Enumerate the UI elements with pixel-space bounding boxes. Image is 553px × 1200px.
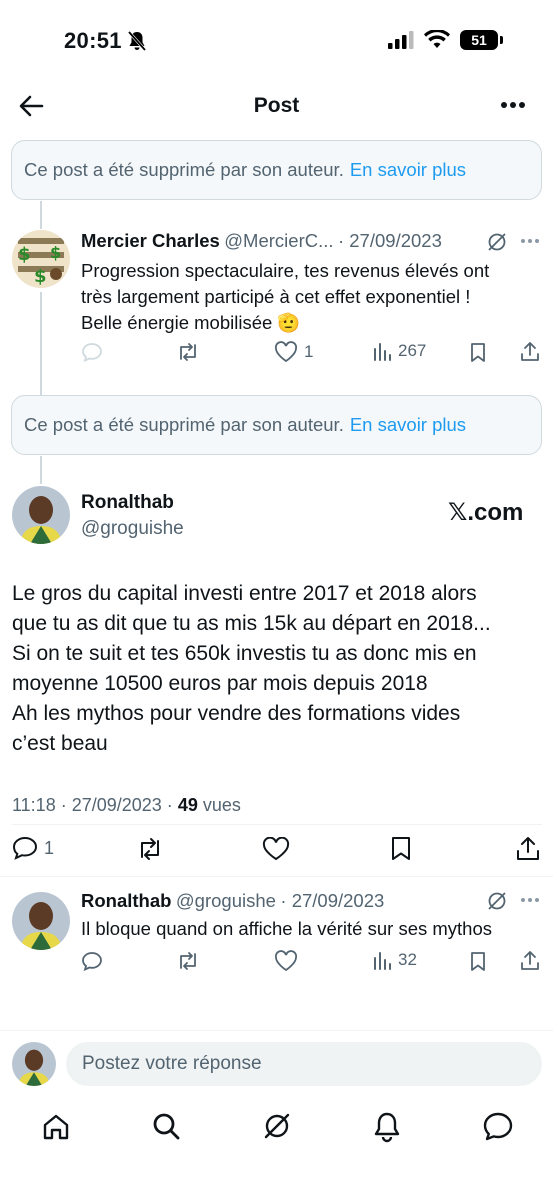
post-text-line: Le gros du capital investi entre 2017 et… <box>12 582 477 605</box>
post-text: Le gros du capital investi entre 2017 et… <box>12 579 542 759</box>
post-text-line: Progression spectaculaire, tes revenus é… <box>81 260 490 281</box>
battery-indicator: 51 <box>460 30 498 50</box>
thread-line <box>40 292 42 396</box>
views-button[interactable]: 267 <box>372 341 426 361</box>
post-text-line: très largement participé à cet effet exp… <box>81 286 471 307</box>
grok-icon[interactable] <box>486 890 508 912</box>
author-name[interactable]: Mercier Charles <box>81 230 220 251</box>
x-com-watermark: 𝕏.com <box>448 499 524 526</box>
avatar[interactable] <box>12 1042 56 1086</box>
divider <box>0 876 553 877</box>
heart-icon <box>274 341 298 363</box>
page-title: Post <box>253 94 300 117</box>
views-button[interactable]: 32 <box>372 950 417 970</box>
share-icon[interactable] <box>519 341 541 363</box>
reply-button[interactable]: 1 <box>12 836 54 860</box>
share-icon[interactable] <box>515 836 541 862</box>
reply-icon[interactable] <box>81 951 103 971</box>
author-handle[interactable]: @groguishe <box>176 890 276 911</box>
views-chart-icon <box>374 343 391 361</box>
reply-icon <box>12 836 38 860</box>
reply-count: 1 <box>44 837 55 858</box>
divider <box>12 824 542 825</box>
grok-icon[interactable] <box>486 231 508 253</box>
reply-header: Ronalthab @groguishe · 27/09/2023 <box>81 890 384 912</box>
like-count: 1 <box>304 342 314 361</box>
avatar[interactable] <box>12 892 70 950</box>
post-text: Progression spectaculaire, tes revenus é… <box>81 258 541 336</box>
bookmark-icon[interactable] <box>390 836 412 862</box>
notice-text: Ce post a été supprimé par son auteur. <box>24 414 344 435</box>
post-timestamp: 11:18 · 27/09/2023 · <box>12 795 173 815</box>
views-label: vues <box>202 795 241 815</box>
reply-input[interactable]: Postez votre réponse <box>66 1042 542 1086</box>
grok-icon[interactable] <box>262 1111 292 1141</box>
bookmark-icon[interactable] <box>469 951 487 972</box>
author-name[interactable]: Ronalthab <box>81 890 171 911</box>
notice-text: Ce post a été supprimé par son auteur. <box>24 159 344 180</box>
post-text-line: Belle énergie mobilisée 🫡 <box>81 312 301 333</box>
post-text-line: que tu as dit que tu as mis 15k au dépar… <box>12 612 491 635</box>
reply-header: Mercier Charles @MercierC... · 27/09/202… <box>81 230 442 252</box>
post-text-line: Si on te suit et tes 650k investis tu as… <box>12 642 477 665</box>
post-meta: 11:18 · 27/09/2023 · 49 vues <box>12 795 241 816</box>
more-options-icon[interactable] <box>500 101 526 109</box>
more-options-icon[interactable] <box>520 897 540 903</box>
cellular-signal-icon <box>388 31 414 49</box>
author-handle[interactable]: @groguishe <box>81 518 184 540</box>
post-text-line: Ah les mythos pour vendre des formations… <box>12 702 461 725</box>
share-icon[interactable] <box>519 950 541 972</box>
thread-line <box>40 201 42 229</box>
svg-text:$: $ <box>18 244 31 265</box>
learn-more-link[interactable]: En savoir plus <box>350 159 466 181</box>
view-count: 267 <box>398 341 427 360</box>
svg-text:$: $ <box>50 243 61 262</box>
search-icon[interactable] <box>151 1111 181 1141</box>
avatar[interactable] <box>12 486 70 544</box>
status-indicators: 51 <box>388 30 503 50</box>
heart-icon[interactable] <box>262 837 290 861</box>
view-count: 32 <box>398 950 417 969</box>
deleted-post-notice: Ce post a été supprimé par son auteur. E… <box>11 395 542 455</box>
reply-icon[interactable] <box>81 342 103 362</box>
deleted-post-notice: Ce post a été supprimé par son auteur. E… <box>11 140 542 200</box>
learn-more-link[interactable]: En savoir plus <box>350 414 466 436</box>
post-date: · 27/09/2023 <box>280 890 385 911</box>
repost-icon[interactable] <box>176 342 200 362</box>
post-text: Il bloque quand on affiche la vérité sur… <box>81 918 493 939</box>
battery-tip <box>500 36 503 44</box>
post-text-line: c’est beau <box>12 732 108 755</box>
post-text-line: moyenne 10500 euros par mois depuis 2018 <box>12 672 428 695</box>
bell-muted-icon <box>127 31 147 51</box>
heart-icon[interactable] <box>274 950 298 972</box>
like-button[interactable]: 1 <box>274 341 313 363</box>
status-time: 20:51 <box>64 28 122 53</box>
notifications-bell-icon[interactable] <box>372 1111 402 1143</box>
more-options-icon[interactable] <box>520 238 540 244</box>
views-chart-icon <box>374 952 391 970</box>
post-date: · 27/09/2023 <box>337 230 442 251</box>
home-icon[interactable] <box>41 1112 71 1142</box>
bookmark-icon[interactable] <box>469 342 487 363</box>
svg-text:$: $ <box>34 266 47 287</box>
divider <box>0 1030 553 1031</box>
bottom-nav <box>0 1104 553 1150</box>
author-handle[interactable]: @MercierC... <box>224 230 333 251</box>
author-name[interactable]: Ronalthab <box>81 492 174 514</box>
wifi-icon <box>424 30 450 48</box>
thread-line <box>40 456 42 484</box>
repost-icon[interactable] <box>176 951 200 971</box>
avatar[interactable]: $ $ $ <box>12 230 70 288</box>
messages-icon[interactable] <box>482 1111 514 1141</box>
repost-icon[interactable] <box>136 837 164 861</box>
views-count: 49 <box>177 795 198 815</box>
